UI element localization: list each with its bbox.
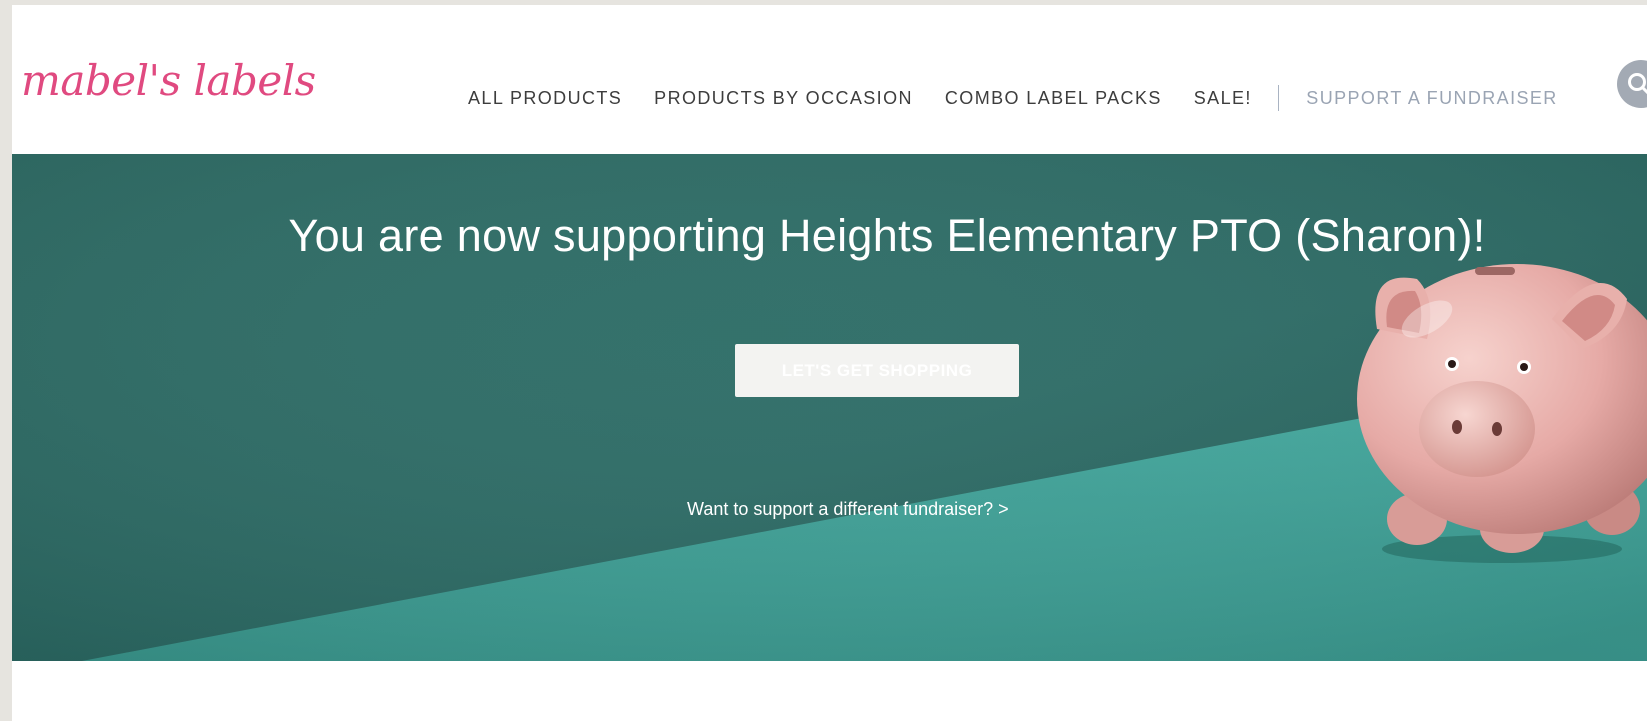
site-header: mabel's labels ALL PRODUCTS PRODUCTS BY …: [12, 5, 1647, 154]
nav-item-sale[interactable]: SALE!: [1194, 88, 1252, 109]
different-fundraiser-link[interactable]: Want to support a different fundraiser? …: [687, 498, 1009, 520]
search-button[interactable]: [1617, 60, 1647, 108]
brand-logo[interactable]: mabel's labels: [21, 57, 316, 105]
nav-item-support-a-fundraiser[interactable]: SUPPORT A FUNDRAISER: [1306, 88, 1557, 109]
nav-item-combo-label-packs[interactable]: COMBO LABEL PACKS: [945, 88, 1162, 109]
piggy-bank-image: [1357, 264, 1647, 563]
hero-banner: You are now supporting Heights Elementar…: [12, 154, 1647, 661]
nav-item-products-by-occasion[interactable]: PRODUCTS BY OCCASION: [654, 88, 913, 109]
search-icon: [1628, 73, 1647, 95]
nav-divider: [1277, 85, 1280, 111]
main-nav: ALL PRODUCTS PRODUCTS BY OCCASION COMBO …: [468, 85, 1558, 111]
page: mabel's labels ALL PRODUCTS PRODUCTS BY …: [12, 5, 1647, 721]
lets-get-shopping-button[interactable]: LET'S GET SHOPPING: [735, 344, 1019, 397]
nav-item-all-products[interactable]: ALL PRODUCTS: [468, 88, 622, 109]
